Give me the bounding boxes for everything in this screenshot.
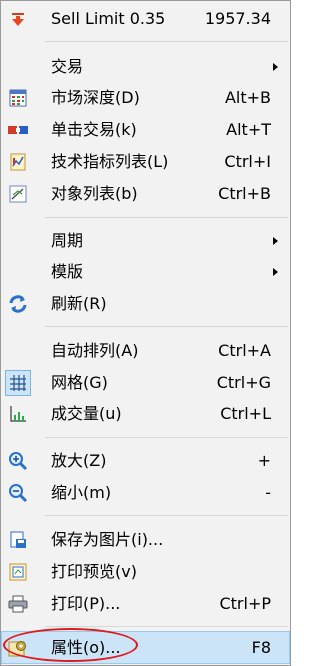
menu-item-shortcut: Alt+B bbox=[224, 88, 271, 107]
menu-item-label: 周期 bbox=[51, 231, 84, 250]
menu-item-shortcut: Ctrl+G bbox=[216, 373, 271, 392]
menu-item-print-preview[interactable]: 打印预览(v) bbox=[2, 556, 289, 587]
one-click-trading-icon bbox=[6, 118, 30, 142]
menu-item-objects-list[interactable]: 对象列表(b) Ctrl+B bbox=[2, 178, 289, 209]
submenu-arrow-icon bbox=[273, 237, 278, 245]
zoom-out-icon bbox=[6, 481, 30, 505]
menu-item-shortcut: Ctrl+I bbox=[224, 152, 271, 171]
volumes-icon bbox=[6, 402, 30, 426]
menu-item-print[interactable]: 打印(P)... Ctrl+P bbox=[2, 588, 289, 619]
menu-item-label: 单击交易(k) bbox=[51, 120, 137, 139]
properties-gear-icon bbox=[6, 636, 30, 660]
menu-item-properties[interactable]: 属性(o)... F8 bbox=[1, 631, 290, 664]
menu-item-shortcut: Ctrl+L bbox=[220, 404, 271, 423]
menu-item-shortcut: Alt+T bbox=[226, 120, 271, 139]
menu-item-price: 1957.34 bbox=[204, 9, 271, 28]
menu-item-label: 刷新(R) bbox=[51, 294, 107, 313]
objects-list-icon bbox=[6, 182, 30, 206]
menu-item-label: 打印(P)... bbox=[51, 594, 121, 613]
menu-item-trade[interactable]: 交易 bbox=[2, 51, 289, 82]
menu-separator bbox=[45, 515, 288, 516]
menu-item-label: 放大(Z) bbox=[51, 451, 107, 470]
menu-item-auto-arrange[interactable]: 自动排列(A) Ctrl+A bbox=[2, 335, 289, 366]
menu-item-grid[interactable]: 网格(G) Ctrl+G bbox=[2, 367, 289, 398]
menu-item-label: 成交量(u) bbox=[51, 404, 122, 423]
menu-item-shortcut: Ctrl+B bbox=[218, 184, 271, 203]
market-depth-icon bbox=[6, 86, 30, 110]
menu-item-template[interactable]: 模版 bbox=[2, 256, 289, 287]
menu-item-period[interactable]: 周期 bbox=[2, 225, 289, 256]
menu-item-shortcut: Ctrl+A bbox=[218, 341, 271, 360]
menu-item-refresh[interactable]: 刷新(R) bbox=[2, 288, 289, 319]
menu-item-label: 属性(o)... bbox=[51, 638, 121, 657]
menu-separator bbox=[45, 217, 288, 218]
menu-item-label: 自动排列(A) bbox=[51, 341, 139, 360]
menu-item-save-as-picture[interactable]: 保存为图片(i)... bbox=[2, 524, 289, 555]
menu-item-one-click-trading[interactable]: 单击交易(k) Alt+T bbox=[2, 114, 289, 145]
menu-separator bbox=[45, 41, 288, 42]
red-down-arrow-icon bbox=[6, 7, 30, 31]
menu-item-label: 交易 bbox=[51, 57, 84, 76]
indicators-list-icon bbox=[6, 150, 30, 174]
save-picture-icon bbox=[6, 528, 30, 552]
menu-item-shortcut: + bbox=[257, 451, 271, 470]
menu-item-zoom-in[interactable]: 放大(Z) + bbox=[2, 445, 289, 476]
menu-item-indicators-list[interactable]: 技术指标列表(L) Ctrl+I bbox=[2, 146, 289, 177]
menu-item-shortcut: Ctrl+P bbox=[219, 594, 271, 613]
menu-separator bbox=[45, 326, 288, 327]
menu-item-label: 网格(G) bbox=[51, 373, 108, 392]
menu-item-zoom-out[interactable]: 缩小(m) - bbox=[2, 477, 289, 508]
submenu-arrow-icon bbox=[273, 268, 278, 276]
menu-item-label: 市场深度(D) bbox=[51, 88, 140, 107]
printer-icon bbox=[6, 592, 30, 616]
refresh-icon bbox=[6, 292, 30, 316]
menu-item-label: 模版 bbox=[51, 262, 84, 281]
menu-item-label: 保存为图片(i)... bbox=[51, 530, 164, 549]
zoom-in-icon bbox=[6, 449, 30, 473]
menu-item-label: 对象列表(b) bbox=[51, 184, 138, 203]
menu-item-volumes[interactable]: 成交量(u) Ctrl+L bbox=[2, 398, 289, 429]
menu-item-shortcut: F8 bbox=[251, 638, 271, 657]
chart-context-menu: Sell Limit 0.35 1957.34 交易 市场深度(D) Alt+B… bbox=[0, 0, 291, 666]
print-preview-icon bbox=[6, 560, 30, 584]
menu-item-sell-limit[interactable]: Sell Limit 0.35 1957.34 bbox=[2, 3, 289, 34]
menu-item-label: 技术指标列表(L) bbox=[51, 152, 169, 171]
menu-item-label: Sell Limit 0.35 bbox=[51, 9, 166, 28]
menu-separator bbox=[45, 437, 288, 438]
submenu-arrow-icon bbox=[273, 63, 278, 71]
menu-item-market-depth[interactable]: 市场深度(D) Alt+B bbox=[2, 82, 289, 113]
menu-item-label: 缩小(m) bbox=[51, 483, 112, 502]
grid-icon bbox=[5, 370, 31, 396]
menu-item-shortcut: - bbox=[265, 483, 271, 502]
menu-item-label: 打印预览(v) bbox=[51, 562, 137, 581]
menu-separator bbox=[45, 626, 288, 627]
